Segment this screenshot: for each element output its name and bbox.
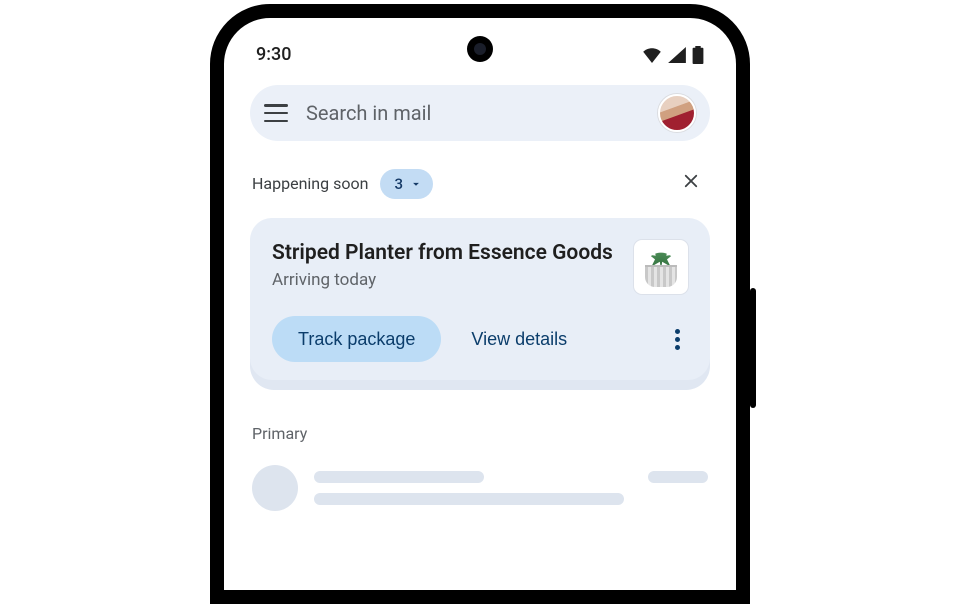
email-row-skeleton: [250, 465, 710, 511]
card-stack-shadow: Striped Planter from Essence Goods Arriv…: [250, 218, 710, 390]
signal-icon: [668, 47, 686, 63]
battery-icon: [692, 46, 704, 64]
search-bar[interactable]: Search in mail: [250, 85, 710, 141]
planter-icon: [641, 245, 681, 289]
menu-icon[interactable]: [264, 104, 288, 122]
phone-side-button: [750, 288, 756, 408]
happening-count-badge[interactable]: 3: [380, 169, 433, 199]
package-card[interactable]: Striped Planter from Essence Goods Arriv…: [250, 218, 710, 380]
track-package-button[interactable]: Track package: [272, 316, 441, 362]
front-camera: [467, 36, 493, 62]
search-placeholder[interactable]: Search in mail: [306, 101, 640, 125]
chevron-down-icon: [409, 177, 423, 191]
skeleton-line: [314, 493, 624, 505]
skeleton-line: [314, 471, 484, 483]
card-title: Striped Planter from Essence Goods: [272, 240, 622, 266]
skeleton-meta: [648, 471, 708, 483]
happening-soon-row: Happening soon 3: [250, 167, 710, 200]
inbox-tab-primary[interactable]: Primary: [250, 424, 710, 443]
close-icon[interactable]: [674, 167, 708, 200]
card-actions: Track package View details: [272, 316, 688, 362]
status-time: 9:30: [256, 44, 291, 65]
card-header: Striped Planter from Essence Goods Arriv…: [272, 240, 688, 294]
phone-frame: 9:30 Search in mail Happening soon 3 Str…: [210, 4, 750, 604]
skeleton-lines: [314, 465, 632, 505]
wifi-icon: [642, 47, 662, 63]
card-subtitle: Arriving today: [272, 270, 622, 290]
happening-count-value: 3: [394, 175, 403, 193]
avatar[interactable]: [658, 94, 696, 132]
product-thumbnail: [634, 240, 688, 294]
happening-soon-label: Happening soon: [252, 174, 368, 193]
skeleton-avatar: [252, 465, 298, 511]
status-icons: [642, 46, 704, 64]
view-details-button[interactable]: View details: [461, 316, 577, 362]
card-overflow-menu[interactable]: [667, 321, 688, 358]
